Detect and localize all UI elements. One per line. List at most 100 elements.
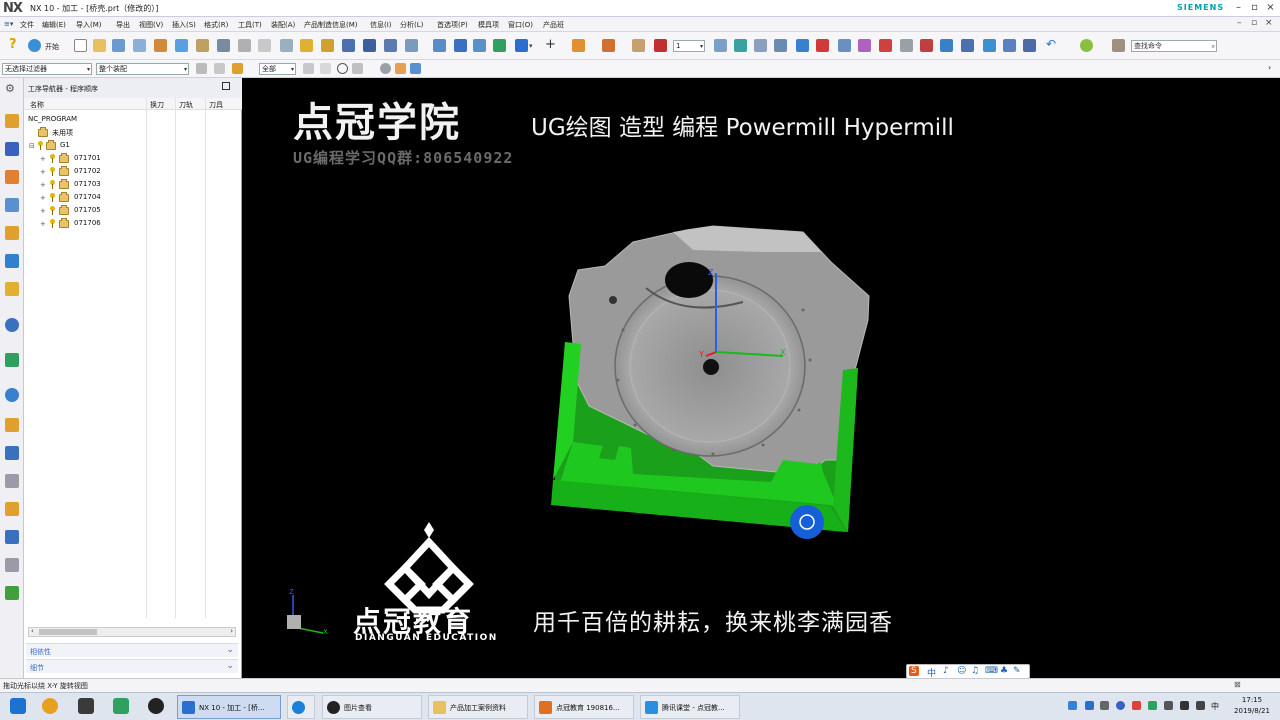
- simulate-machine-icon[interactable]: [384, 39, 397, 52]
- navigator-hscrollbar[interactable]: ‹ ›: [28, 627, 236, 637]
- tray-cloud-icon[interactable]: [1100, 701, 1109, 710]
- restore-icon[interactable]: ▫: [1248, 1, 1261, 14]
- tray-battery-icon[interactable]: [1164, 701, 1173, 710]
- quadrant-icon[interactable]: [352, 63, 363, 74]
- expand-icon[interactable]: +: [40, 181, 46, 189]
- curvature-icon[interactable]: [961, 39, 974, 52]
- geometry-view-icon[interactable]: [280, 39, 293, 52]
- start-icon[interactable]: [28, 39, 41, 52]
- windows-start-icon[interactable]: [10, 698, 26, 714]
- qq-pinned-icon[interactable]: [148, 698, 164, 714]
- machine-tool-navigator-icon[interactable]: [5, 226, 19, 240]
- create-operation-icon[interactable]: [217, 39, 230, 52]
- minimize-icon[interactable]: –: [1232, 1, 1245, 14]
- feature-machining-icon[interactable]: [473, 39, 486, 52]
- tray-wechat-icon[interactable]: [1148, 701, 1157, 710]
- tree-row-program[interactable]: + 071701: [28, 152, 138, 165]
- ime-skin-icon[interactable]: ♣: [1000, 666, 1008, 676]
- menu-preferences[interactable]: 首选项(P): [437, 20, 468, 30]
- snap-end-icon[interactable]: [214, 63, 225, 74]
- constraint-navigator-icon[interactable]: [5, 170, 19, 184]
- role-icon[interactable]: [1112, 39, 1125, 52]
- menu-format[interactable]: 格式(R): [204, 20, 228, 30]
- edit-section-icon[interactable]: [632, 39, 645, 52]
- help-icon[interactable]: ?: [9, 37, 22, 52]
- menu-product[interactable]: 产品班: [543, 20, 564, 30]
- tree-row-program[interactable]: + 071703: [28, 178, 138, 191]
- replay-toolpath-icon[interactable]: [321, 39, 334, 52]
- collapse-icon[interactable]: ⊟: [29, 142, 35, 150]
- chrome-icon[interactable]: [42, 698, 58, 714]
- selection-scope-combo[interactable]: 整个装配 ▾: [96, 63, 189, 75]
- program-order-icon[interactable]: [238, 39, 251, 52]
- close-icon[interactable]: ×: [1264, 1, 1277, 14]
- task-presentation[interactable]: 点冠教育 190816...: [534, 695, 634, 719]
- new-file-icon[interactable]: [74, 39, 87, 52]
- tray-wifi-icon[interactable]: [1180, 701, 1189, 710]
- doc-restore-icon[interactable]: ▫: [1251, 18, 1257, 28]
- crosshair-icon[interactable]: +: [545, 37, 556, 52]
- snap-point-icon[interactable]: [303, 63, 314, 74]
- web-browser-icon[interactable]: [5, 318, 19, 332]
- create-method-icon[interactable]: [196, 39, 209, 52]
- ime-toolbar[interactable]: S 中 ♪ ☺ ♫ ⌨ ♣ ✎: [906, 664, 1030, 678]
- menu-pmi[interactable]: 产品制造信息(M): [304, 20, 358, 30]
- app-pinned-icon[interactable]: [113, 698, 129, 714]
- menu-assembly[interactable]: 装配(A): [271, 20, 295, 30]
- scroll-left-icon[interactable]: ‹: [31, 627, 34, 635]
- column-toolpath[interactable]: 刀轨: [179, 100, 193, 110]
- search-icon[interactable]: ⌕: [1212, 41, 1215, 52]
- task-image-viewer[interactable]: 图片查看: [322, 695, 422, 719]
- cube-icon[interactable]: [410, 63, 421, 74]
- machine-tool-icon[interactable]: [258, 39, 271, 52]
- menu-info[interactable]: 信息(I): [370, 20, 392, 30]
- draft-analysis-icon[interactable]: [983, 39, 996, 52]
- doc-close-icon[interactable]: ×: [1265, 18, 1273, 28]
- system-scene-icon[interactable]: [5, 530, 19, 544]
- graphics-viewport[interactable]: 点冠学院 UG绘图 造型 编程 Powermill Hypermill UG编程…: [243, 80, 1280, 678]
- create-program-icon[interactable]: [133, 39, 146, 52]
- save-file-icon[interactable]: [1023, 39, 1036, 52]
- create-geometry-icon[interactable]: [175, 39, 188, 52]
- layer-settings-icon[interactable]: [714, 39, 727, 52]
- verify-toolpath-icon[interactable]: [363, 39, 376, 52]
- tray-network-icon[interactable]: [1068, 701, 1077, 710]
- orient-view-icon[interactable]: [515, 39, 528, 52]
- create-tool-icon[interactable]: [154, 39, 167, 52]
- chevron-down-icon[interactable]: ⌄: [226, 645, 234, 655]
- shaded-icon[interactable]: [602, 39, 615, 52]
- ipw-icon[interactable]: [493, 39, 506, 52]
- assembly-navigator-icon[interactable]: [5, 142, 19, 156]
- show-hide-icon[interactable]: [774, 39, 787, 52]
- menu-edit[interactable]: 编辑(E): [42, 20, 66, 30]
- search-task-icon[interactable]: [78, 698, 94, 714]
- measure-distance-icon[interactable]: [838, 39, 851, 52]
- touch-mode-icon[interactable]: [1080, 39, 1093, 52]
- visible-icon[interactable]: [380, 63, 391, 74]
- clock-icon[interactable]: [5, 388, 19, 402]
- palettes-icon[interactable]: [5, 558, 19, 572]
- menu-export[interactable]: 导出: [116, 20, 130, 30]
- general-filter-icon[interactable]: [196, 63, 207, 74]
- menu-window[interactable]: 窗口(O): [508, 20, 533, 30]
- ime-tools-icon[interactable]: ✎: [1013, 666, 1021, 676]
- manufacturing-wizard-icon[interactable]: [5, 474, 19, 488]
- ime-emoji-icon[interactable]: ☺: [957, 666, 966, 676]
- ime-logo-icon[interactable]: S: [909, 666, 919, 676]
- tray-app-icon[interactable]: [1085, 701, 1094, 710]
- list-toolpath-icon[interactable]: [342, 39, 355, 52]
- command-search-field[interactable]: 查找命令 ⌕: [1131, 40, 1217, 52]
- roles-icon[interactable]: [5, 502, 19, 516]
- measure-angle-icon[interactable]: [858, 39, 871, 52]
- process-studio-icon[interactable]: [5, 446, 19, 460]
- start-button[interactable]: 开始: [45, 42, 59, 52]
- open-folder-icon[interactable]: [93, 39, 106, 52]
- tree-row-program[interactable]: + 071704: [28, 191, 138, 204]
- copy-layer-icon[interactable]: [754, 39, 767, 52]
- settings-gear-icon[interactable]: ⚙: [5, 82, 19, 96]
- measure-body-icon[interactable]: [879, 39, 892, 52]
- save-icon[interactable]: [112, 39, 125, 52]
- scroll-right-icon[interactable]: ›: [230, 627, 233, 635]
- system-materials-icon[interactable]: [5, 418, 19, 432]
- work-layer-combo[interactable]: 1 ▾: [673, 40, 705, 52]
